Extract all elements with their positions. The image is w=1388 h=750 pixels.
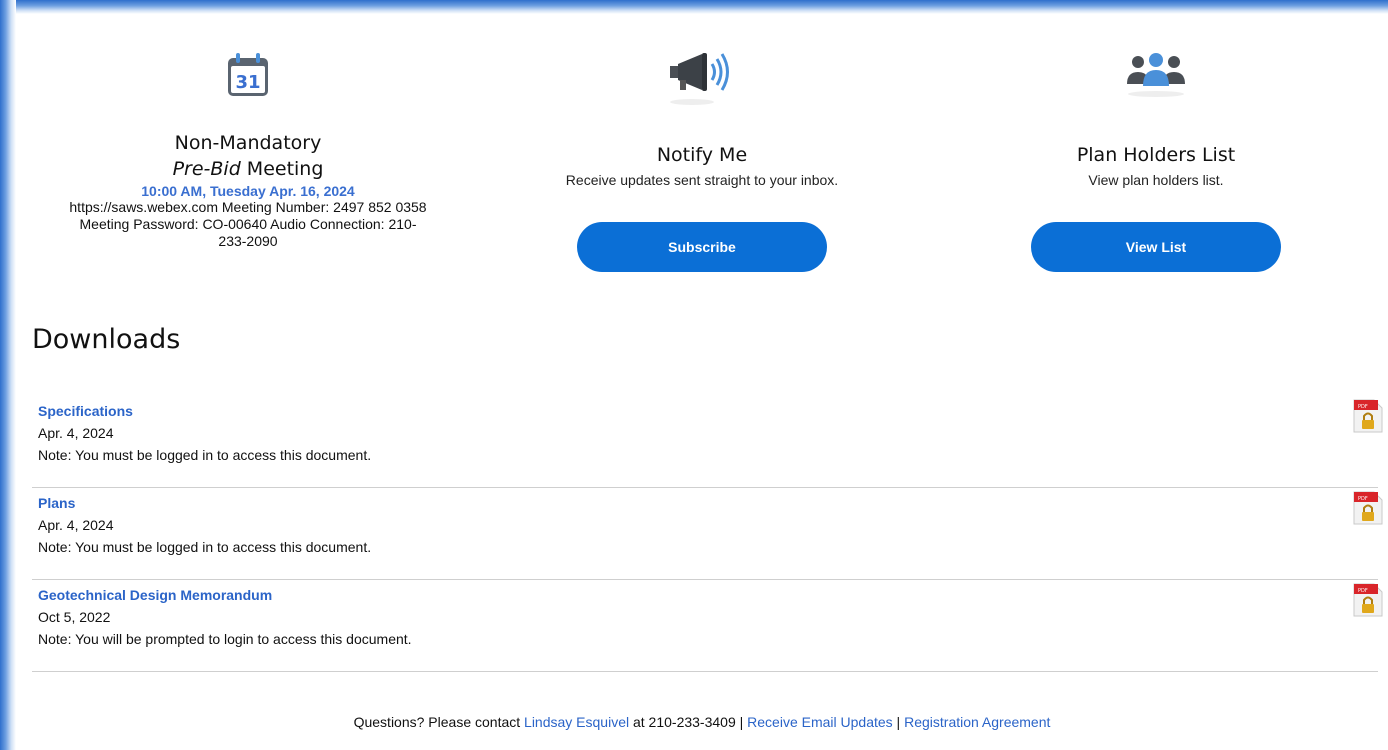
svg-text:PDF: PDF	[1358, 496, 1368, 502]
feature-columns: 31 Non-Mandatory Pre-Bid Meeting 10:00 A…	[16, 14, 1388, 314]
footer-phone: at 210-233-3409 |	[629, 714, 748, 730]
document-link-plans[interactable]: Plans	[38, 492, 371, 514]
footer-separator: |	[892, 714, 905, 730]
document-link-geotechnical[interactable]: Geotechnical Design Memorandum	[38, 584, 412, 606]
planholders-title: Plan Holders List	[1076, 144, 1236, 166]
bid-details-panel: 31 Non-Mandatory Pre-Bid Meeting 10:00 A…	[16, 14, 1388, 750]
locked-pdf-icon[interactable]: PDF	[1352, 490, 1384, 526]
document-date: Oct 5, 2022	[38, 609, 111, 625]
downloads-list: Specifications Apr. 4, 2024 Note: You mu…	[32, 396, 1383, 672]
registration-agreement-link[interactable]: Registration Agreement	[904, 714, 1050, 730]
planholders-subtitle: View plan holders list.	[1088, 172, 1224, 188]
document-note: Note: You will be prompted to login to a…	[38, 631, 412, 647]
meeting-info-line1: https://saws.webex.com Meeting Number: 2…	[69, 199, 427, 215]
email-updates-link[interactable]: Receive Email Updates	[747, 714, 893, 730]
calendar-day-text: 31	[235, 72, 260, 93]
view-list-button[interactable]: View List	[1031, 222, 1281, 272]
svg-text:PDF: PDF	[1358, 404, 1368, 410]
contact-name-link[interactable]: Lindsay Esquivel	[524, 714, 629, 730]
list-item: Geotechnical Design Memorandum Oct 5, 20…	[32, 580, 1383, 672]
notify-title: Notify Me	[656, 144, 748, 166]
list-item: Plans Apr. 4, 2024 Note: You must be log…	[32, 488, 1383, 580]
footer-contact: Questions? Please contact Lindsay Esquiv…	[16, 714, 1388, 730]
notify-subtitle: Receive updates sent straight to your in…	[565, 172, 839, 188]
megaphone-icon	[482, 50, 922, 115]
meeting-date: 10:00 AM, Tuesday Apr. 16, 2024	[141, 183, 355, 199]
meeting-title-emphasis: Pre-Bid	[172, 158, 241, 180]
meeting-title-line2: Pre-Bid Meeting	[28, 158, 468, 180]
calendar-icon: 31	[28, 52, 468, 103]
footer-prefix: Questions? Please contact	[353, 714, 525, 730]
downloads-heading: Downloads	[32, 324, 181, 355]
meeting-title-rest: Meeting	[240, 158, 324, 180]
list-item: Specifications Apr. 4, 2024 Note: You mu…	[32, 396, 1383, 488]
people-icon	[936, 50, 1376, 105]
window-frame-left	[0, 0, 16, 750]
svg-text:PDF: PDF	[1358, 588, 1368, 594]
document-date: Apr. 4, 2024	[38, 517, 114, 533]
meeting-info-line2: Meeting Password: CO-00640 Audio Connect…	[79, 216, 417, 232]
document-note: Note: You must be logged in to access th…	[38, 539, 372, 555]
window-frame-top	[0, 0, 1388, 14]
meeting-info-line3: 233-2090	[218, 233, 278, 249]
locked-pdf-icon[interactable]: PDF	[1352, 582, 1384, 618]
meeting-title-line1: Non-Mandatory	[174, 132, 322, 154]
document-link-specifications[interactable]: Specifications	[38, 400, 371, 422]
locked-pdf-icon[interactable]: PDF	[1352, 398, 1384, 434]
subscribe-button[interactable]: Subscribe	[577, 222, 827, 272]
document-date: Apr. 4, 2024	[38, 425, 114, 441]
document-note: Note: You must be logged in to access th…	[38, 447, 372, 463]
